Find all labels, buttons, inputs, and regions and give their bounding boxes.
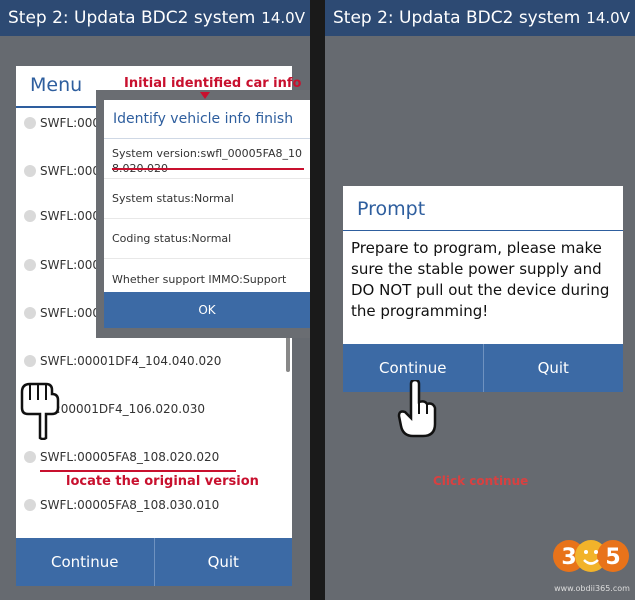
system-version-text: System version:swfl_00005FA8_108.020.020 xyxy=(112,147,302,175)
quit-button[interactable]: Quit xyxy=(153,538,293,586)
coding-status-row: Coding status:Normal xyxy=(104,219,310,259)
pointing-hand-icon xyxy=(397,380,437,438)
list-item-label: SWFL:00005FA8_108.020.020 xyxy=(40,450,220,464)
annotation-arrow-icon xyxy=(200,92,210,99)
annotation-click-continue: Click continue xyxy=(433,474,529,488)
list-item[interactable]: SWFL:00005FA8_108.030.010 xyxy=(24,498,219,512)
right-screen: Step 2: Updata BDC2 system 14.0V Prompt … xyxy=(325,0,635,600)
radio-icon[interactable] xyxy=(24,499,36,511)
system-version-row: System version:swfl_00005FA8_108.020.020 xyxy=(104,139,310,179)
radio-icon[interactable] xyxy=(24,117,36,129)
prompt-dialog: Prompt Prepare to program, please make s… xyxy=(343,186,623,392)
voltage-readout: 14.0V xyxy=(586,9,630,27)
svg-text:5: 5 xyxy=(605,545,620,570)
prompt-message: Prepare to program, please make sure the… xyxy=(351,239,610,320)
list-item-label: SWFL:00005FA8_108.030.010 xyxy=(40,498,220,512)
screen-title: Step 2: Updata BDC2 system xyxy=(333,8,581,28)
radio-icon[interactable] xyxy=(24,210,36,222)
ok-button[interactable]: OK xyxy=(104,292,310,328)
annotation-locate-version: locate the original version xyxy=(66,474,259,489)
status-bar: Step 2: Updata BDC2 system 14.0V xyxy=(0,0,310,36)
system-status-text: System status:Normal xyxy=(112,192,234,205)
list-item-label: L:00001DF4_106.020.030 xyxy=(50,402,206,416)
voltage-readout: 14.0V xyxy=(261,9,305,27)
radio-icon[interactable] xyxy=(24,307,36,319)
list-item-label: SWFL:00001DF4_104.040.020 xyxy=(40,354,222,368)
menu-title: Menu xyxy=(30,74,83,96)
identify-dialog-body: Identify vehicle info finish System vers… xyxy=(104,100,310,328)
identify-dialog: Identify vehicle info finish System vers… xyxy=(96,90,310,338)
radio-icon[interactable] xyxy=(24,355,36,367)
quit-button[interactable]: Quit xyxy=(482,344,624,392)
list-item[interactable]: SWFL:00001DF4_104.040.020 xyxy=(24,354,221,368)
list-item[interactable]: SWFL:00005FA8_108.020.020 xyxy=(24,450,219,464)
prompt-title: Prompt xyxy=(357,198,426,220)
radio-icon[interactable] xyxy=(24,451,36,463)
pointing-hand-icon xyxy=(20,382,60,440)
menu-button-bar: Continue Quit xyxy=(16,538,292,586)
left-screen: Step 2: Updata BDC2 system 14.0V Menu SW… xyxy=(0,0,310,600)
annotation-version-underline xyxy=(112,168,304,170)
radio-icon[interactable] xyxy=(24,259,36,271)
coding-status-text: Coding status:Normal xyxy=(112,232,232,245)
annotation-initial-info: Initial identified car info xyxy=(124,76,302,91)
annotation-underline xyxy=(40,470,236,472)
scrollbar[interactable] xyxy=(286,336,290,372)
status-bar: Step 2: Updata BDC2 system 14.0V xyxy=(325,0,635,36)
prompt-button-bar: Continue Quit xyxy=(343,344,623,392)
list-item[interactable]: L:00001DF4_106.020.030 xyxy=(50,402,205,416)
logo-url: www.obdii365.com xyxy=(554,584,630,593)
screen-title: Step 2: Updata BDC2 system xyxy=(8,8,256,28)
radio-icon[interactable] xyxy=(24,165,36,177)
continue-button[interactable]: Continue xyxy=(16,538,154,586)
svg-text:3: 3 xyxy=(561,545,576,570)
system-status-row: System status:Normal xyxy=(104,179,310,219)
prompt-divider xyxy=(343,230,623,231)
immo-support-text: Whether support IMMO:Support xyxy=(112,272,287,286)
identify-dialog-title: Identify vehicle info finish xyxy=(104,100,310,139)
